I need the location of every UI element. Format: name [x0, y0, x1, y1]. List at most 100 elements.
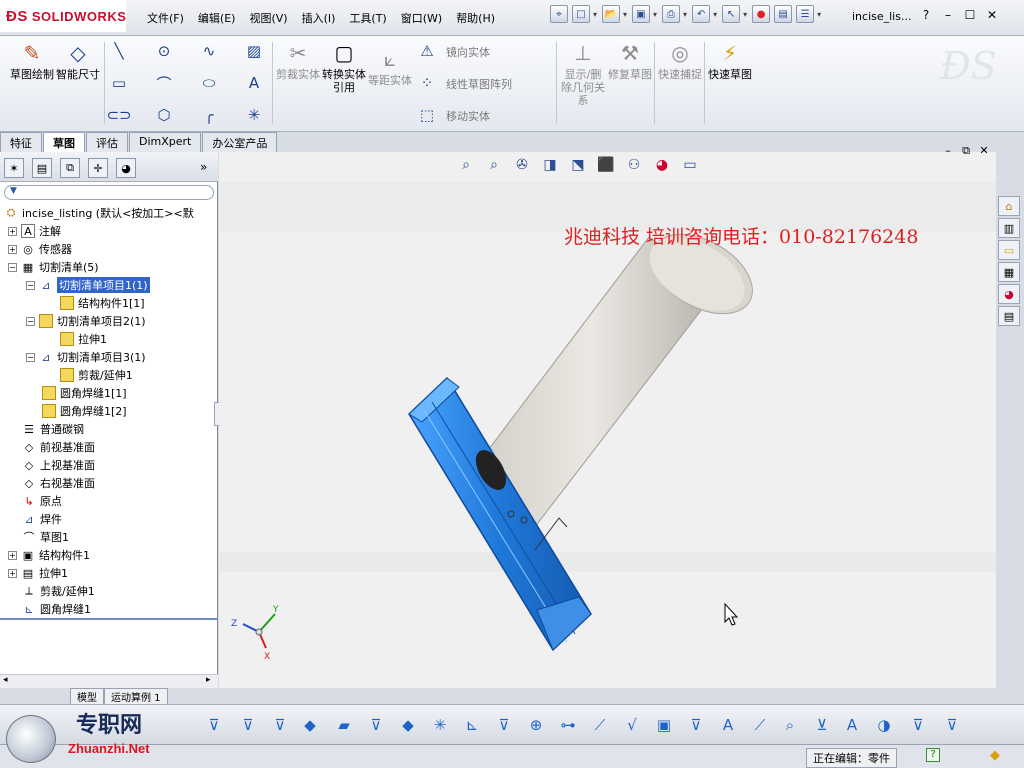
- smart-dimension-button[interactable]: ◇ 智能尺寸: [56, 40, 100, 82]
- maximize-button[interactable]: ☐: [959, 8, 981, 22]
- view-palette-icon[interactable]: ▦: [998, 262, 1020, 282]
- undo-icon[interactable]: ↶: [692, 5, 711, 23]
- filter-blocks-icon[interactable]: ◑: [872, 713, 896, 737]
- menu-tools[interactable]: 工具(T): [342, 8, 393, 28]
- filter-faces-icon[interactable]: ⊽: [268, 713, 292, 737]
- tag-icon[interactable]: ◆: [990, 748, 1000, 763]
- tab-dimxpert[interactable]: DimXpert: [129, 132, 202, 152]
- linear-pattern-label[interactable]: 线性草图阵列: [446, 76, 512, 92]
- filter-weld-symbols-icon[interactable]: ⟋: [748, 713, 772, 737]
- filter-sketch-points-icon[interactable]: ✳: [428, 713, 452, 737]
- feature-tree-icon[interactable]: ✶: [4, 158, 24, 178]
- circle-icon[interactable]: ⊙: [155, 42, 173, 60]
- filter-vertices-icon[interactable]: ⊽: [202, 713, 226, 737]
- tree-rollback-bar[interactable]: [0, 618, 218, 620]
- property-manager-icon[interactable]: ▤: [32, 158, 52, 178]
- rectangle-icon[interactable]: ▭: [110, 74, 128, 92]
- filter-axes-icon[interactable]: ⊽: [364, 713, 388, 737]
- display-delete-relations-button[interactable]: ⊥ 显示/删除几何关系: [560, 40, 606, 108]
- filter-solid-bodies-icon[interactable]: ▰: [332, 713, 356, 737]
- configuration-manager-icon[interactable]: ⧉: [60, 158, 80, 178]
- appearances-icon[interactable]: ◕: [998, 284, 1020, 304]
- tree-item-extrude-1[interactable]: + ▤ 拉伸1: [8, 564, 68, 582]
- trim-entities-button[interactable]: ✂ 剪裁实体: [276, 40, 320, 82]
- polygon-icon[interactable]: ⬡: [155, 106, 173, 124]
- menu-help[interactable]: 帮助(H): [449, 8, 502, 28]
- filter-geometric-tolerance-icon[interactable]: ▣: [652, 713, 676, 737]
- filter-balloons-icon[interactable]: A: [716, 713, 740, 737]
- tree-item-sensors[interactable]: + ◎ 传感器: [8, 240, 72, 258]
- horizontal-scrollbar[interactable]: ◂ ▸: [0, 674, 218, 688]
- linear-pattern-icon[interactable]: ⁘: [418, 74, 436, 92]
- spline-icon[interactable]: ∿: [200, 42, 218, 60]
- slot-icon[interactable]: ⊂⊃: [106, 106, 131, 124]
- tree-item-origin[interactable]: ↳ 原点: [22, 492, 62, 510]
- rapid-sketch-button[interactable]: ⚡ 快速草图: [708, 40, 752, 82]
- file-properties-icon[interactable]: ▤: [774, 5, 793, 23]
- tab-features[interactable]: 特征: [0, 132, 42, 152]
- filter-surface-finish-icon[interactable]: √: [620, 713, 644, 737]
- tree-item-right-plane[interactable]: ◇ 右视基准面: [22, 474, 95, 492]
- design-library-icon[interactable]: ▥: [998, 218, 1020, 238]
- tab-sketch[interactable]: 草图: [43, 132, 85, 152]
- tree-item-material[interactable]: ☰ 普通碳钢: [22, 420, 84, 438]
- help-status-icon[interactable]: ?: [926, 748, 940, 762]
- open-folder-icon[interactable]: 📂: [602, 5, 621, 23]
- sketch-button[interactable]: ✎ 草图绘制: [10, 40, 54, 82]
- move-entities-label[interactable]: 移动实体: [446, 108, 490, 124]
- menu-view[interactable]: 视图(V): [242, 8, 294, 28]
- tree-item-cut-list[interactable]: − ▦ 切割清单(5): [8, 258, 99, 276]
- rebuild-traffic-light-icon[interactable]: ●: [752, 5, 771, 23]
- tree-item-trim-extend-1-body[interactable]: 剪裁/延伸1: [60, 366, 133, 384]
- tab-model[interactable]: 模型: [70, 687, 104, 705]
- filter-midpoints-icon[interactable]: ⊽: [492, 713, 516, 737]
- custom-properties-icon[interactable]: ▤: [998, 306, 1020, 326]
- repair-sketch-button[interactable]: ⚒ 修复草图: [608, 40, 652, 82]
- solidworks-logo[interactable]: ƉS SOLIDWORKS: [0, 0, 126, 32]
- minimize-button[interactable]: –: [937, 8, 959, 22]
- filter-cosmetic-threads-icon[interactable]: A: [840, 713, 864, 737]
- display-manager-icon[interactable]: ◕: [116, 158, 136, 178]
- close-button[interactable]: ✕: [981, 8, 1003, 22]
- filter-dimensions-icon[interactable]: ⟋: [588, 713, 612, 737]
- filter-centerline-icon[interactable]: ⊶: [556, 713, 580, 737]
- filter-sketch-segments-icon[interactable]: ⊾: [460, 713, 484, 737]
- filter-notes-icon[interactable]: ⊽: [684, 713, 708, 737]
- tree-item-extrude-1-body[interactable]: 拉伸1: [60, 330, 107, 348]
- expand-panel-icon[interactable]: »: [200, 160, 207, 174]
- tree-item-annotations[interactable]: + A 注解: [8, 222, 61, 240]
- tree-item-structural-member-1-1[interactable]: 结构构件1[1]: [60, 294, 145, 312]
- arc-icon[interactable]: ⌒: [155, 74, 173, 93]
- filter-datum-targets-icon[interactable]: ⊻: [810, 713, 834, 737]
- mirror-icon[interactable]: ⚠: [418, 42, 436, 60]
- filter-surface-bodies-icon[interactable]: ◆: [298, 713, 322, 737]
- tree-item-sketch-1[interactable]: ⌒ 草图1: [22, 528, 70, 546]
- line-icon[interactable]: ╲: [110, 42, 128, 60]
- tab-evaluate[interactable]: 评估: [86, 132, 128, 152]
- graphics-viewport[interactable]: ⌕ ⌕ ✇ ◨ ⬔ ⬛ ⚇ ◕ ▭ – ⧉ ✕ Y Z X 兆迪科技 培训咨询电…: [219, 144, 996, 688]
- tree-item-top-plane[interactable]: ◇ 上视基准面: [22, 456, 95, 474]
- new-document-icon[interactable]: □: [572, 5, 590, 23]
- home-icon[interactable]: ⌂: [998, 196, 1020, 216]
- move-icon[interactable]: ⬚: [418, 106, 436, 124]
- tree-item-fillet-bead-1-1[interactable]: 圆角焊缝1[1]: [42, 384, 127, 402]
- quick-snaps-button[interactable]: ◎ 快速捕捉: [658, 40, 702, 82]
- filter-center-marks-icon[interactable]: ⊕: [524, 713, 548, 737]
- tree-root[interactable]: ⛭ incise_listing (默认<按加工><默: [4, 204, 194, 222]
- menu-window[interactable]: 窗口(W): [394, 8, 449, 28]
- options-icon[interactable]: ☰: [796, 5, 815, 23]
- offset-entities-button[interactable]: ⟀ 等距实体: [368, 46, 412, 88]
- tab-motion-study-1[interactable]: 运动算例 1: [104, 687, 168, 705]
- point-icon[interactable]: ✳: [245, 106, 263, 124]
- tree-item-cut-list-item-2[interactable]: − 切割清单项目2(1): [26, 312, 146, 330]
- tree-item-weldment[interactable]: ⊿ 焊件: [22, 510, 62, 528]
- select-arrow-icon[interactable]: ↖: [722, 5, 741, 23]
- dimxpert-manager-icon[interactable]: ✛: [88, 158, 108, 178]
- tree-item-fillet-bead-1-2[interactable]: 圆角焊缝1[2]: [42, 402, 127, 420]
- tree-item-front-plane[interactable]: ◇ 前视基准面: [22, 438, 95, 456]
- print-icon[interactable]: ⎙: [662, 5, 681, 23]
- filter-datum-features-icon[interactable]: ⌕: [778, 713, 802, 737]
- tree-item-trim-extend-1[interactable]: ⟂ 剪裁/延伸1: [22, 582, 94, 600]
- menu-file[interactable]: 文件(F): [140, 8, 191, 28]
- menu-insert[interactable]: 插入(I): [295, 8, 343, 28]
